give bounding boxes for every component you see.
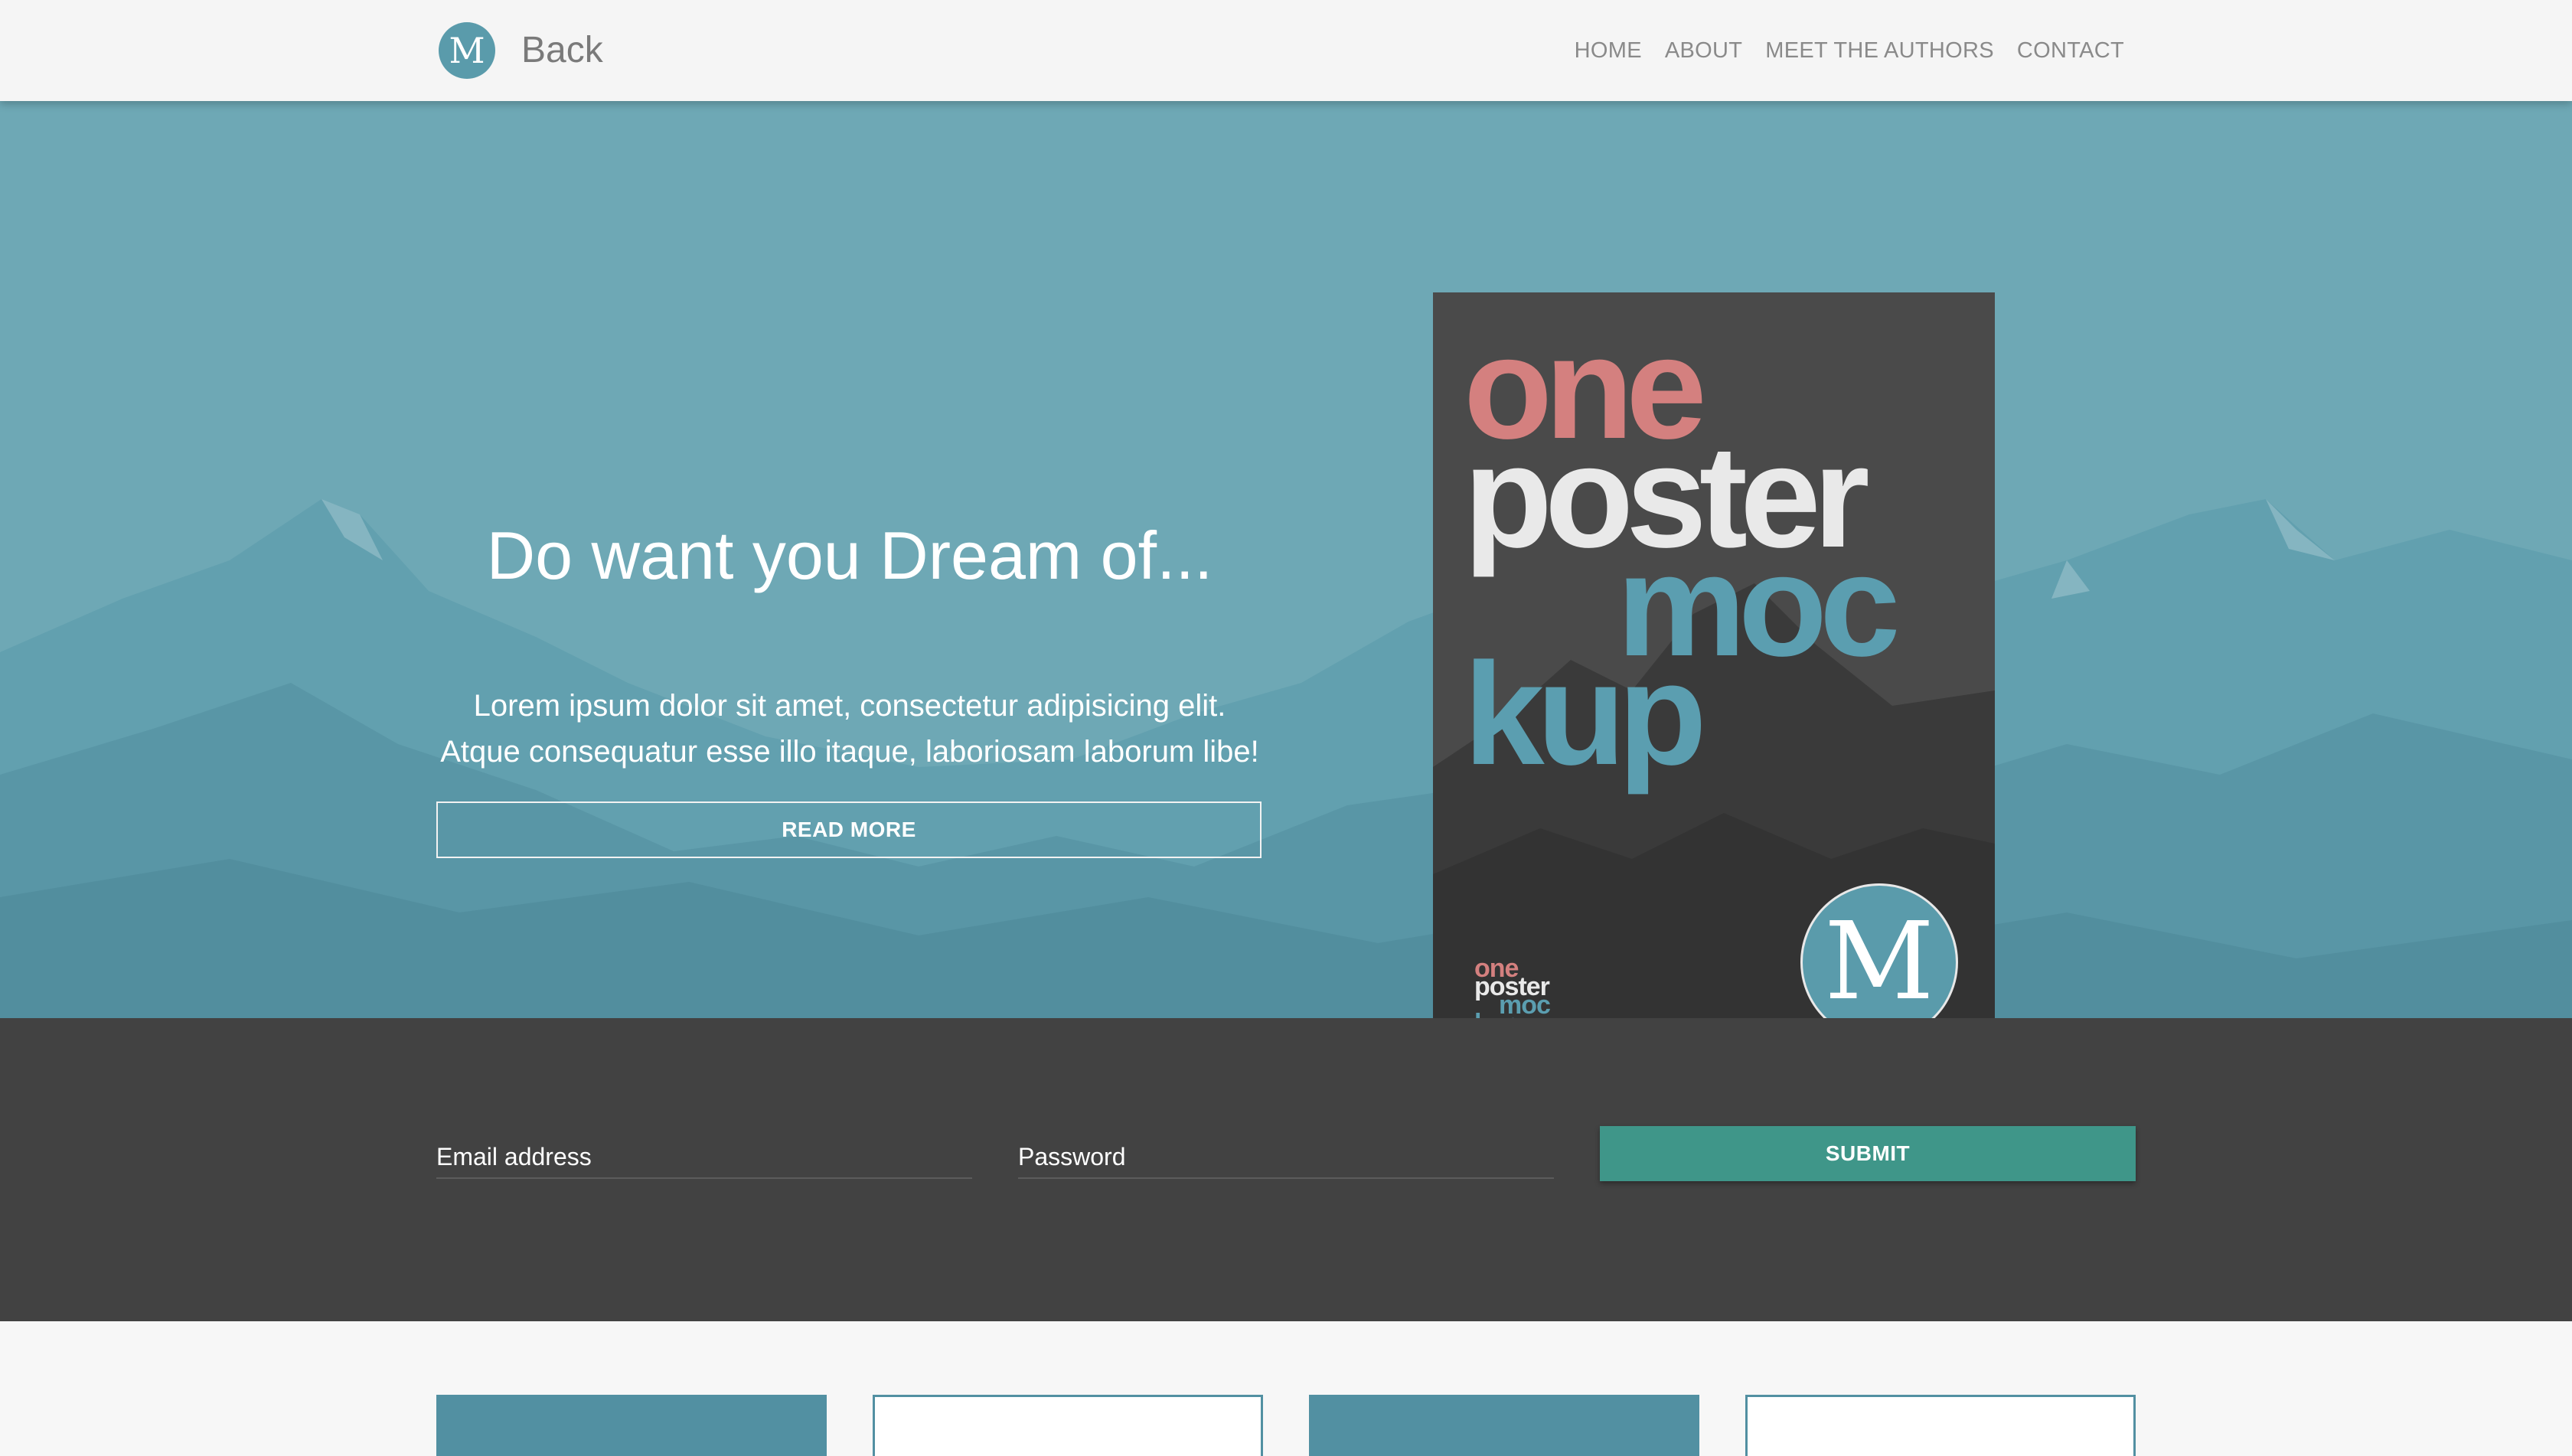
card-1[interactable]	[436, 1395, 827, 1456]
nav-contact[interactable]: CONTACT	[2017, 37, 2124, 64]
brand-back-link[interactable]: Back	[521, 29, 603, 72]
cards-section	[0, 1321, 2572, 1456]
nav-menu: HOME ABOUT MEET THE AUTHORS CONTACT	[1575, 37, 2124, 64]
password-label: Password	[1018, 1143, 1126, 1170]
card-2[interactable]	[873, 1395, 1263, 1456]
submit-button[interactable]: SUBMIT	[1600, 1126, 2136, 1181]
card-4[interactable]	[1745, 1395, 2136, 1456]
hero-description-line-2: Atque consequatur esse illo itaque, labo…	[440, 735, 1259, 769]
nav-about[interactable]: ABOUT	[1665, 37, 1742, 64]
nav-meet-the-authors[interactable]: MEET THE AUTHORS	[1765, 37, 1994, 64]
poster-mockup: one poster moc kup one poster moc kup M	[1433, 292, 1995, 1018]
password-field-wrapper: Password	[1018, 1116, 1554, 1188]
email-label: Email address	[436, 1143, 592, 1170]
card-3[interactable]	[1309, 1395, 1699, 1456]
mountain-background	[0, 499, 2572, 1018]
read-more-button[interactable]: READ MORE	[436, 801, 1262, 858]
email-field-wrapper: Email address	[436, 1116, 972, 1188]
nav-home[interactable]: HOME	[1575, 37, 1642, 64]
hero-title: Do want you Dream of...	[486, 517, 1213, 593]
hero-section: Do want you Dream of... Lorem ipsum dolo…	[0, 101, 2572, 1018]
poster-mini-kup: kup	[1474, 1010, 1519, 1018]
navbar: M Back HOME ABOUT MEET THE AUTHORS CONTA…	[0, 0, 2572, 101]
poster-word-kup: kup	[1464, 633, 1707, 795]
login-form-section: Email address Password SUBMIT	[0, 1018, 2572, 1321]
hero-description-line-1: Lorem ipsum dolor sit amet, consectetur …	[473, 689, 1226, 723]
m-logo-icon[interactable]: M	[439, 22, 495, 79]
hero-description: Lorem ipsum dolor sit amet, consectetur …	[436, 683, 1263, 775]
